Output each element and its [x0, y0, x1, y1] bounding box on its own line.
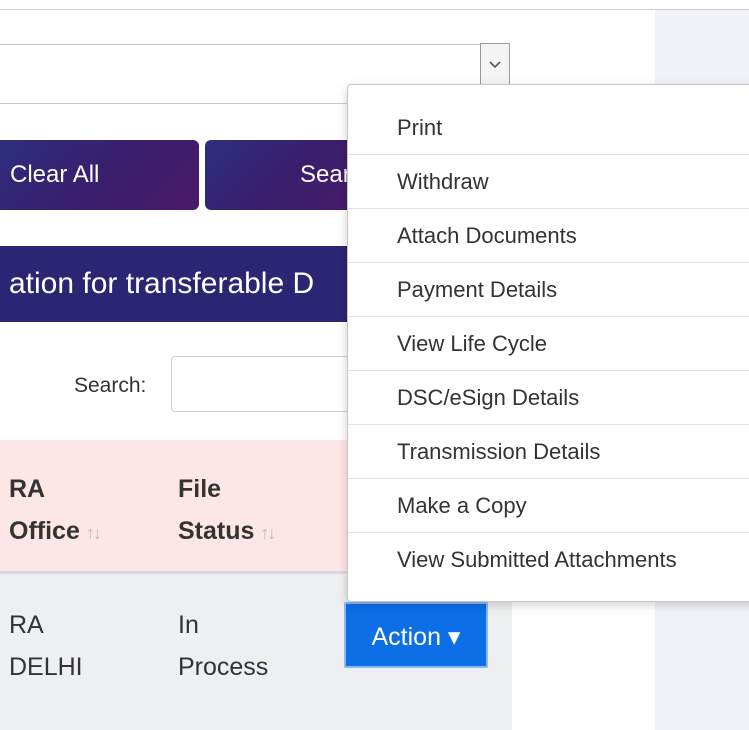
table-search-input[interactable] — [171, 356, 361, 412]
top-divider — [0, 9, 749, 10]
cell-text: DELHI — [9, 653, 83, 681]
chevron-down-icon[interactable] — [480, 43, 510, 87]
column-header-ra-office[interactable]: RA Office ↑↓ — [9, 468, 102, 554]
menu-item-dsc-esign-details[interactable]: DSC/eSign Details — [348, 371, 749, 425]
table-search-label: Search: — [74, 374, 147, 397]
cell-text: Process — [178, 653, 269, 681]
column-header-file-status[interactable]: File Status ↑↓ — [178, 468, 276, 554]
cell-ra-office: RA DELHI — [9, 604, 83, 688]
cell-text: RA — [9, 611, 44, 639]
column-header-line: Office — [9, 517, 80, 545]
cell-text: In — [178, 611, 199, 639]
menu-item-transmission-details[interactable]: Transmission Details — [348, 425, 749, 479]
column-header-line: Status — [178, 517, 255, 545]
action-menu: Print Withdraw Attach Documents Payment … — [347, 84, 749, 602]
clear-all-button[interactable]: Clear All — [0, 140, 199, 210]
cell-file-status: In Process — [178, 604, 268, 688]
menu-item-print[interactable]: Print — [348, 101, 749, 155]
action-dropdown-button[interactable]: Action ▾ — [344, 602, 488, 668]
sort-arrows-icon[interactable]: ↑↓ — [260, 523, 276, 543]
sort-arrows-icon[interactable]: ↑↓ — [86, 523, 102, 543]
menu-item-attach-documents[interactable]: Attach Documents — [348, 209, 749, 263]
menu-item-withdraw[interactable]: Withdraw — [348, 155, 749, 209]
menu-item-view-life-cycle[interactable]: View Life Cycle — [348, 317, 749, 371]
menu-item-view-submitted-attachments[interactable]: View Submitted Attachments — [348, 533, 749, 587]
search-button[interactable]: Sear — [205, 140, 365, 210]
section-banner: ation for transferable D — [0, 246, 380, 322]
menu-item-make-a-copy[interactable]: Make a Copy — [348, 479, 749, 533]
column-header-line: RA — [9, 475, 46, 503]
column-header-line: File — [178, 475, 222, 503]
menu-item-payment-details[interactable]: Payment Details — [348, 263, 749, 317]
